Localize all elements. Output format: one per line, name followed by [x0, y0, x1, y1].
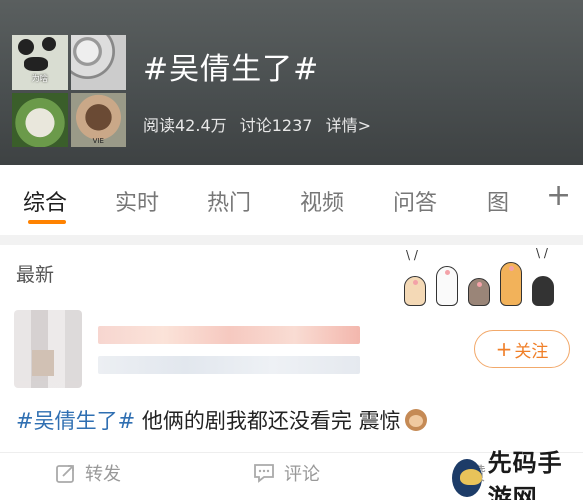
repost-button[interactable]: 转发: [55, 460, 121, 486]
topic-title: #吴倩生了#: [143, 52, 320, 87]
paw-icon: [500, 262, 522, 306]
tab-comprehensive[interactable]: 综合: [23, 185, 67, 217]
comment-icon: [254, 464, 274, 483]
discussion-count: 讨论1237: [239, 116, 313, 135]
paw-icon: [436, 266, 458, 306]
post-body: #吴倩生了# 他俩的剧我都还没看完 震惊: [16, 405, 427, 435]
dog-portrait-caption: VIE: [92, 137, 104, 145]
tab-hot[interactable]: 热门: [207, 185, 251, 217]
leopard-meme-image: [70, 35, 126, 90]
topic-cover-collage[interactable]: 为啥 VIE: [12, 35, 126, 147]
post-text: 他俩的剧我都还没看完 震惊: [141, 409, 401, 433]
repost-label: 转发: [85, 464, 121, 485]
paw-icon: [532, 276, 554, 306]
blurred-username: [98, 326, 360, 344]
read-count: 阅读42.4万: [143, 116, 227, 135]
tab-realtime[interactable]: 实时: [115, 185, 159, 217]
comment-button[interactable]: 评论: [252, 460, 320, 486]
topic-stats: 阅读42.4万 讨论1237 详情>: [143, 112, 379, 136]
watermark-text: 先码手游网: [487, 449, 563, 500]
panda-meme-image: 为啥: [12, 35, 68, 90]
dog-portrait-image: VIE: [70, 92, 126, 147]
dog-meme-image: [12, 92, 68, 147]
avatar[interactable]: [14, 310, 82, 388]
tab-images[interactable]: 图: [487, 185, 509, 217]
follow-button[interactable]: + 关注: [474, 330, 570, 368]
paw-icon: [468, 278, 490, 306]
paw-icon: [404, 276, 426, 306]
watermark-logo-icon: [452, 459, 482, 497]
motion-lines-icon: \ /: [536, 246, 548, 260]
site-watermark: 先码手游网: [452, 449, 580, 500]
tab-video[interactable]: 视频: [300, 185, 344, 217]
plus-icon: +: [495, 337, 513, 361]
add-tab-button[interactable]: +: [546, 181, 571, 211]
topic-header: 为啥 VIE #吴倩生了# 阅读42.4万 讨论1237 详情>: [0, 0, 583, 165]
panda-meme-caption: 为啥: [31, 73, 48, 83]
active-tab-indicator: [28, 220, 66, 224]
section-title-latest: 最新: [16, 264, 55, 286]
comment-label: 评论: [284, 464, 320, 485]
blurred-post-meta: [98, 356, 360, 374]
details-link[interactable]: 详情>: [326, 116, 371, 135]
cat-paws-waving-icon: \ / \ /: [396, 244, 576, 310]
post-hashtag-link[interactable]: #吴倩生了#: [16, 409, 135, 433]
repost-icon: [56, 465, 74, 483]
tab-bar: 综合 实时 热门 视频 问答 图: [0, 165, 583, 235]
follow-label: 关注: [514, 341, 549, 362]
tab-qa[interactable]: 问答: [393, 185, 437, 217]
motion-lines-icon: \ /: [406, 248, 418, 262]
monkey-icon: [404, 409, 427, 431]
